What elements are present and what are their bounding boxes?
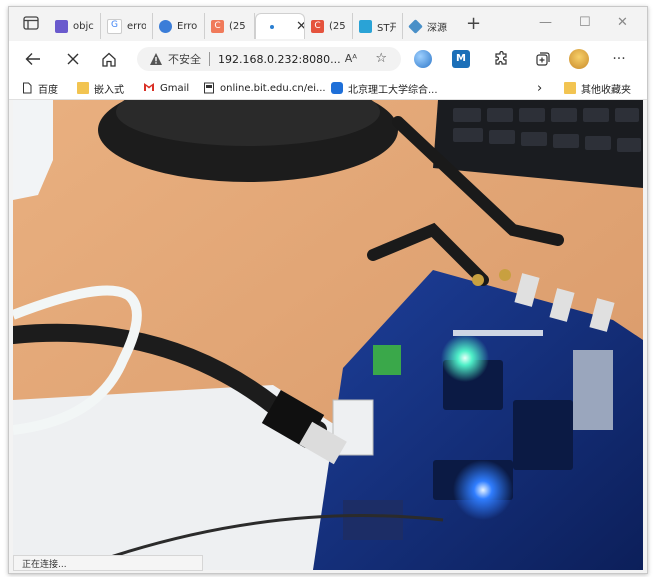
home-button[interactable] <box>99 49 119 69</box>
csdn-icon: C <box>311 19 324 33</box>
maximize-button[interactable]: ☐ <box>579 15 591 30</box>
favorite-star-icon[interactable]: ☆ <box>375 51 387 66</box>
tab[interactable]: C (25 <box>305 13 353 39</box>
tab-strip: objc G erro Erro C (25 ✕ C (25 <box>9 7 647 41</box>
tab-title: Erro <box>177 20 198 32</box>
bookmark-label: 百度 <box>38 84 58 96</box>
collections-icon <box>536 52 550 66</box>
tab-title: (25 <box>329 20 346 32</box>
bookmark-label: 其他收藏夹 <box>581 84 631 96</box>
puzzle-icon <box>495 51 507 65</box>
collections-button[interactable] <box>533 49 553 69</box>
page-icon <box>21 82 33 94</box>
status-bar: 正在连接... <box>13 555 203 571</box>
extensions-button[interactable] <box>491 49 511 69</box>
extension-m-icon[interactable]: M <box>452 50 470 68</box>
arrow-left-icon <box>25 53 40 65</box>
bookmark-label: 嵌入式 <box>94 84 124 96</box>
tab-title: (25 <box>229 20 246 32</box>
back-button[interactable] <box>23 49 43 69</box>
profile-avatar[interactable] <box>569 49 589 69</box>
bookmark-item[interactable]: 北京理工大学综合... <box>331 80 438 96</box>
gear-icon <box>55 19 68 33</box>
loading-icon <box>270 24 274 29</box>
extension-globe-icon[interactable] <box>414 50 432 68</box>
tab-active[interactable]: ✕ <box>255 13 305 39</box>
bookmark-folder[interactable]: 嵌入式 <box>77 80 124 96</box>
bookmark-item[interactable]: 百度 <box>21 80 58 96</box>
folder-icon <box>564 82 576 94</box>
address-bar[interactable]: 不安全 192.168.0.232:8080... Aᴬ ☆ <box>137 47 401 71</box>
home-icon <box>102 52 116 67</box>
tab-list: objc G erro Erro C (25 ✕ C (25 <box>49 13 459 39</box>
close-tab-icon[interactable]: ✕ <box>296 19 304 34</box>
bookmark-item[interactable]: Gmail <box>143 80 189 96</box>
tab-actions-icon[interactable] <box>23 16 41 32</box>
new-tab-button[interactable]: + <box>466 15 481 33</box>
tab[interactable]: objc <box>49 13 101 39</box>
stop-button[interactable] <box>63 49 83 69</box>
insecure-label: 不安全 <box>168 53 201 66</box>
navigation-toolbar: 不安全 192.168.0.232:8080... Aᴬ ☆ M ··· <box>9 41 647 77</box>
close-window-button[interactable]: ✕ <box>617 15 628 30</box>
globe-icon <box>159 19 172 33</box>
bilibili-icon <box>359 19 372 33</box>
tab-title: ST开 <box>377 22 396 34</box>
bookmark-label: Gmail <box>160 82 190 94</box>
tab-title: objc <box>73 20 94 32</box>
camera-frame-icon <box>13 100 643 570</box>
url-text[interactable]: 192.168.0.232:8080... <box>218 53 341 66</box>
close-icon <box>67 53 79 65</box>
bookmark-label: online.bit.edu.cn/ei... <box>220 82 326 94</box>
minimize-button[interactable]: — <box>539 15 552 30</box>
gmail-icon <box>143 82 155 94</box>
tab[interactable]: 深源 <box>403 13 459 39</box>
status-text: 正在连接... <box>22 559 67 570</box>
tab[interactable]: G erro <box>101 13 153 39</box>
tab[interactable]: Erro <box>153 13 205 39</box>
bookmark-item[interactable]: online.bit.edu.cn/ei... <box>203 80 326 96</box>
other-bookmarks-folder[interactable]: 其他收藏夹 <box>564 80 631 96</box>
more-menu-icon[interactable]: ··· <box>609 49 629 69</box>
tab[interactable]: C (25 <box>205 13 255 39</box>
read-aloud-icon[interactable]: Aᴬ <box>345 52 357 65</box>
folder-icon <box>77 82 89 94</box>
camera-stream-image <box>13 100 643 570</box>
csdn-icon: C <box>211 19 224 33</box>
bit-icon <box>331 82 343 94</box>
bookmarks-bar: 百度 嵌入式 Gmail online.bit.edu.cn/ei... 北京理… <box>9 77 647 100</box>
warning-icon <box>150 53 162 65</box>
page-icon <box>203 82 215 94</box>
google-icon: G <box>107 18 122 34</box>
bookmarks-overflow-chevron-icon[interactable]: › <box>537 80 542 96</box>
address-divider <box>209 52 210 66</box>
tab[interactable]: ST开 <box>353 13 403 39</box>
tab-title: erro <box>127 20 146 32</box>
diamond-icon <box>408 18 423 34</box>
tab-title: 深源 <box>427 22 447 34</box>
browser-window: objc G erro Erro C (25 ✕ C (25 <box>8 6 648 574</box>
bookmark-label: 北京理工大学综合... <box>348 84 438 96</box>
